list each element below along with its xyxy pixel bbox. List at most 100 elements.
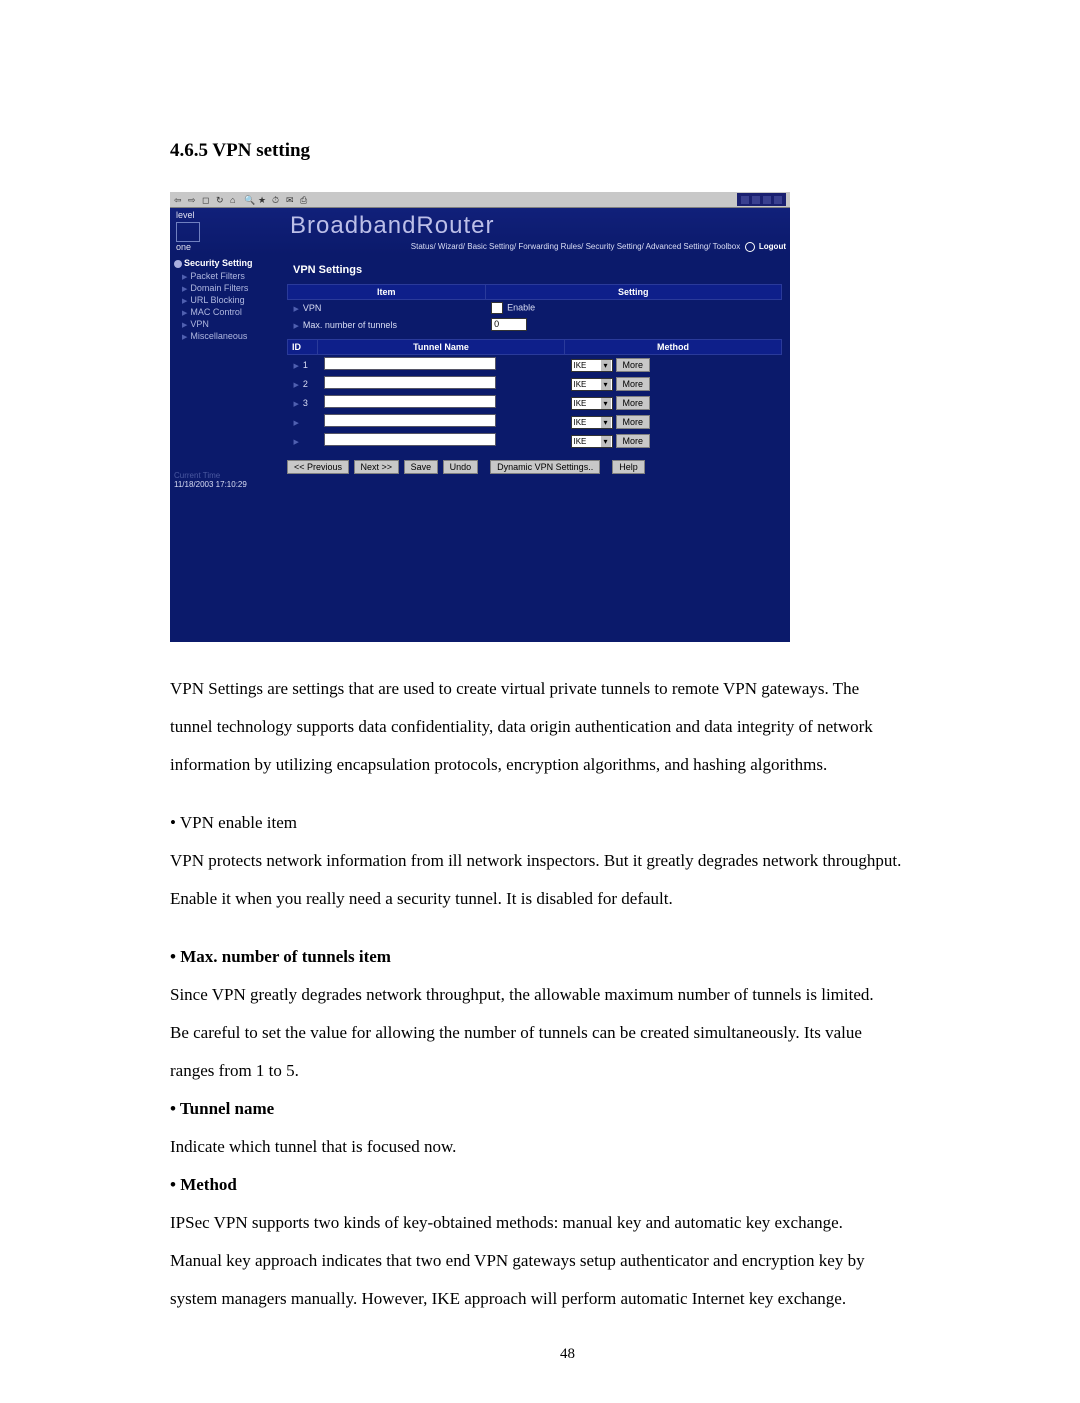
method-select[interactable]: IKE: [571, 359, 613, 372]
brand-title: BroadbandRouter: [290, 212, 494, 240]
col-method: Method: [565, 340, 782, 355]
sidebar-item-vpn[interactable]: ▶VPN: [182, 319, 279, 329]
col-tunnel-name: Tunnel Name: [318, 340, 565, 355]
search-icon[interactable]: 🔍: [244, 195, 254, 205]
tunnel-name-input[interactable]: [324, 414, 496, 427]
row-arrow-icon: ▶: [294, 439, 299, 446]
close-icon[interactable]: [774, 196, 782, 204]
sidebar-category-label: Security Setting: [184, 258, 253, 268]
more-button[interactable]: More: [616, 396, 651, 410]
sidebar-item-label: Miscellaneous: [190, 331, 247, 341]
sidebar-item-miscellaneous[interactable]: ▶Miscellaneous: [182, 331, 279, 341]
window-control-bar: [737, 193, 786, 206]
minimize-icon[interactable]: [752, 196, 760, 204]
back-icon[interactable]: ⇦: [174, 195, 184, 205]
dynamic-vpn-button[interactable]: Dynamic VPN Settings..: [490, 460, 600, 474]
tunnel-name-input[interactable]: [324, 395, 496, 408]
intro-line: tunnel technology supports data confiden…: [170, 710, 965, 744]
current-time-label: Current Time: [174, 471, 279, 480]
browser-toolbar: ⇦ ⇨ ◻ ↻ ⌂ 🔍 ★ ⏱ ✉ ⎙: [170, 192, 790, 208]
logo-box-icon: [176, 222, 200, 242]
help-button[interactable]: Help: [612, 460, 645, 474]
tunnel-row: ▶ IKEMore: [288, 412, 782, 431]
category-icon: [174, 260, 182, 268]
body-line: Manual key approach indicates that two e…: [170, 1244, 965, 1278]
top-nav: Status/ Wizard/ Basic Setting/ Forwardin…: [411, 242, 786, 252]
more-button[interactable]: More: [616, 434, 651, 448]
nav-forwarding[interactable]: Forwarding Rules/: [518, 242, 583, 251]
body-line: Enable it when you really need a securit…: [170, 882, 965, 916]
history-icon[interactable]: ⏱: [272, 195, 282, 205]
nav-advanced[interactable]: Advanced Setting/: [646, 242, 711, 251]
method-select[interactable]: IKE: [571, 378, 613, 391]
row-arrow-icon: ▶: [294, 401, 299, 408]
router-screenshot: ⇦ ⇨ ◻ ↻ ⌂ 🔍 ★ ⏱ ✉ ⎙ level o: [170, 192, 790, 642]
flag-icon: [741, 196, 749, 204]
vpn-enable-checkbox[interactable]: [491, 302, 503, 314]
col-item: Item: [288, 285, 486, 300]
tunnel-id: 3: [303, 398, 308, 408]
previous-button[interactable]: << Previous: [287, 460, 349, 474]
nav-logout[interactable]: Logout: [759, 242, 786, 251]
body-line: VPN protects network information from il…: [170, 844, 965, 878]
mail-icon[interactable]: ✉: [286, 195, 296, 205]
logout-radio-icon[interactable]: [745, 242, 755, 252]
chevron-icon: ▶: [182, 334, 187, 341]
col-id: ID: [288, 340, 318, 355]
undo-button[interactable]: Undo: [443, 460, 479, 474]
sidebar-item-domain-filters[interactable]: ▶Domain Filters: [182, 283, 279, 293]
print-icon[interactable]: ⎙: [300, 195, 310, 205]
main-panel: VPN Settings Item Setting ▶VPN Enable ▶M…: [283, 254, 790, 643]
nav-security[interactable]: Security Setting/: [586, 242, 644, 251]
method-select[interactable]: IKE: [571, 435, 613, 448]
stop-icon[interactable]: ◻: [202, 195, 212, 205]
nav-wizard[interactable]: Wizard/: [438, 242, 465, 251]
maximize-icon[interactable]: [763, 196, 771, 204]
tunnel-name-input[interactable]: [324, 433, 496, 446]
current-time-value: 11/18/2003 17:10:29: [174, 480, 279, 489]
tunnels-table: ID Tunnel Name Method ▶1 IKEMore ▶2 IKEM…: [287, 339, 782, 450]
tunnel-name-input[interactable]: [324, 376, 496, 389]
section-heading: 4.6.5 VPN setting: [170, 140, 965, 162]
tunnel-name-input[interactable]: [324, 357, 496, 370]
method-select[interactable]: IKE: [571, 416, 613, 429]
tunnel-row: ▶1 IKEMore: [288, 355, 782, 375]
bullet-method: • Method: [170, 1168, 965, 1202]
page-number: 48: [170, 1346, 965, 1363]
nav-toolbox[interactable]: Toolbox: [713, 242, 741, 251]
body-line: Indicate which tunnel that is focused no…: [170, 1130, 965, 1164]
max-tunnels-input[interactable]: 0: [491, 318, 527, 331]
document-page: 4.6.5 VPN setting ⇦ ⇨ ◻ ↻ ⌂ 🔍 ★ ⏱ ✉ ⎙: [0, 0, 1080, 1403]
intro-line: information by utilizing encapsulation p…: [170, 748, 965, 782]
more-button[interactable]: More: [616, 415, 651, 429]
tunnel-row: ▶ 3 IKEMore: [288, 393, 782, 412]
forward-icon[interactable]: ⇨: [188, 195, 198, 205]
home-icon[interactable]: ⌂: [230, 195, 240, 205]
favorites-icon[interactable]: ★: [258, 195, 268, 205]
sidebar-category[interactable]: Security Setting: [174, 258, 279, 268]
tunnel-row: ▶ IKEMore: [288, 431, 782, 450]
sidebar-item-mac-control[interactable]: ▶MAC Control: [182, 307, 279, 317]
refresh-icon[interactable]: ↻: [216, 195, 226, 205]
tunnel-id: 2: [303, 379, 308, 389]
method-select[interactable]: IKE: [571, 397, 613, 410]
chevron-icon: ▶: [182, 298, 187, 305]
sidebar-item-label: Packet Filters: [190, 271, 245, 281]
router-body: Security Setting ▶Packet Filters ▶Domain…: [170, 254, 790, 643]
button-bar: << Previous Next >> Save Undo Dynamic VP…: [287, 460, 782, 474]
nav-basic[interactable]: Basic Setting/: [467, 242, 516, 251]
body-line: Be careful to set the value for allowing…: [170, 1016, 965, 1050]
more-button[interactable]: More: [616, 377, 651, 391]
save-button[interactable]: Save: [404, 460, 439, 474]
body-line: IPSec VPN supports two kinds of key-obta…: [170, 1206, 965, 1240]
intro-line: VPN Settings are settings that are used …: [170, 672, 965, 706]
more-button[interactable]: More: [616, 358, 651, 372]
logo: level one: [176, 210, 200, 252]
sidebar-item-url-blocking[interactable]: ▶URL Blocking: [182, 295, 279, 305]
nav-status[interactable]: Status/: [411, 242, 436, 251]
label-enable: Enable: [507, 302, 535, 312]
sidebar-item-packet-filters[interactable]: ▶Packet Filters: [182, 271, 279, 281]
next-button[interactable]: Next >>: [354, 460, 400, 474]
row-arrow-icon: ▶: [294, 323, 299, 330]
bullet-vpn-enable: • VPN enable item: [170, 806, 965, 840]
